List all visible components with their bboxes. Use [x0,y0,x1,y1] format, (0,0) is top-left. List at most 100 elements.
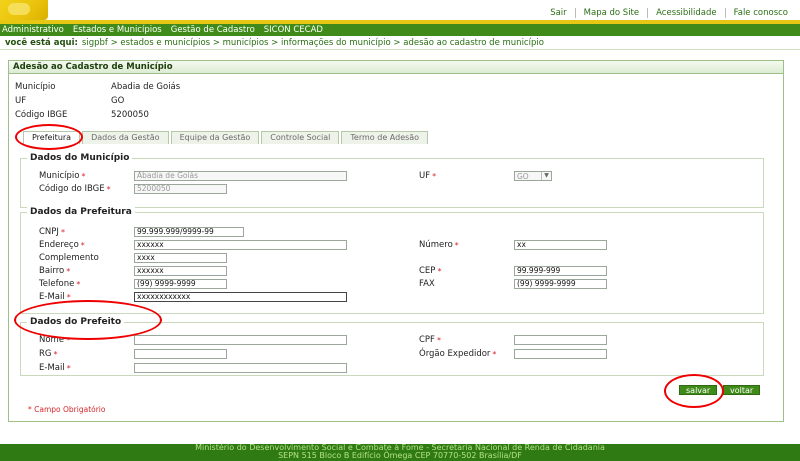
field-rg-label: RG * [39,348,58,360]
main-nav: Administrativo Estados e Municípios Gest… [0,24,800,36]
uf-select-value: GO [517,171,529,181]
field-cep-label: CEP * [419,265,441,277]
email-field[interactable]: xxxxxxxxxxxx [134,292,347,302]
numero-field[interactable]: xx [514,240,607,250]
cnpj-field[interactable]: 99.999.999/9999-99 [134,227,244,237]
field-label: CNPJ [39,227,59,237]
info-row: UF GO [15,94,180,108]
annotation-circle [15,124,83,150]
required-marker: * [437,266,442,276]
tab-termo-de-adesao[interactable]: Termo de Adesão [341,131,429,144]
field-email-prefeito-label: E-Mail * [39,362,71,374]
required-marker: * [80,240,85,250]
required-marker: * [66,266,71,276]
nome-field[interactable] [134,335,347,345]
fax-field[interactable]: (99) 9999-9999 [514,279,607,289]
logo [0,0,48,20]
field-numero-label: Número * [419,239,459,251]
tab-dados-da-gestao[interactable]: Dados da Gestão [82,131,169,144]
bairro-field[interactable]: xxxxxx [134,266,227,276]
field-label: Município [39,171,80,181]
field-uf-label: UF * [419,170,436,182]
required-marker: * [76,279,81,289]
email-prefeito-field[interactable] [134,363,347,373]
orgao-expedidor-field[interactable] [514,349,607,359]
field-label: CEP [419,266,436,276]
nav-estados-e-municipios[interactable]: Estados e Municípios [73,25,162,35]
nav-gestao-de-cadastro[interactable]: Gestão de Cadastro [171,25,255,35]
breadcrumb: você está aqui: sigpbf > estados e munic… [0,37,800,50]
required-marker: * [436,335,441,345]
field-ibge-label: Código do IBGE * [39,183,111,195]
field-cnpj-label: CNPJ * [39,226,65,238]
info-label: Município [15,82,56,92]
telefone-field[interactable]: (99) 9999-9999 [134,279,227,289]
top-link-mapa-do-site[interactable]: Mapa do Site [576,8,647,18]
complemento-field[interactable]: xxxx [134,253,227,263]
required-marker: * [454,240,459,250]
top-link-sair[interactable]: Sair [542,8,574,18]
field-label: RG [39,349,52,359]
field-endereco-label: Endereço * [39,239,85,251]
municipio-field[interactable]: Abadia de Goiás [134,171,347,181]
required-marker: * [106,184,111,194]
uf-select[interactable]: GO ▼ [514,171,552,181]
breadcrumb-path[interactable]: sigpbf > estados e municípios > municípi… [82,38,544,48]
required-marker: * [60,227,65,237]
field-label: Órgão Expedidor [419,349,491,359]
field-label: UF [419,171,431,181]
info-label: Código IBGE [15,110,68,120]
nav-administrativo[interactable]: Administrativo [2,25,64,35]
field-label: Telefone [39,279,75,289]
field-label: Complemento [39,253,99,263]
required-marker: * [492,349,497,359]
breadcrumb-label: você está aqui: [5,38,78,48]
top-link-fale-conosco[interactable]: Fale conosco [726,8,796,18]
field-label: Endereço [39,240,79,250]
chevron-down-icon: ▼ [541,172,551,180]
field-label: Bairro [39,266,65,276]
required-marker: * [432,171,437,181]
info-row: Código IBGE 5200050 [15,108,180,122]
field-bairro-label: Bairro * [39,265,70,277]
info-value: GO [111,96,125,106]
field-telefone-label: Telefone * [39,278,80,290]
back-button[interactable]: voltar [723,385,761,395]
tab-bar: Prefeitura Dados da Gestão Equipe da Ges… [23,131,429,144]
rg-field[interactable] [134,349,227,359]
section-dados-prefeitura: Dados da Prefeitura CNPJ * 99.999.999/999… [20,207,764,314]
cpf-field[interactable] [514,335,607,345]
endereco-field[interactable]: xxxxxx [134,240,347,250]
field-label: Número [419,240,453,250]
footer: Ministério do Desenvolvimento Social e C… [0,444,800,461]
panel-title: Adesão ao Cadastro de Município [9,61,783,74]
info-row: Município Abadia de Goiás [15,80,180,94]
field-fax-label: FAX [419,278,435,290]
field-orgao-label: Órgão Expedidor * [419,348,496,360]
field-label: FAX [419,279,435,289]
annotation-circle [14,300,162,340]
top-link-acessibilidade[interactable]: Acessibilidade [648,8,725,18]
tab-controle-social[interactable]: Controle Social [261,131,340,144]
field-complemento-label: Complemento [39,252,99,264]
field-label: Código do IBGE [39,184,105,194]
tab-equipe-da-gestao[interactable]: Equipe da Gestão [170,131,260,144]
required-legend: * Campo Obrigatório [28,405,106,414]
info-value: 5200050 [111,110,149,120]
field-label: E-Mail [39,363,65,373]
section-dados-municipio: Dados do Município Município * Abadia de … [20,153,764,208]
nav-sicon-cecad[interactable]: SICON CECAD [264,25,323,35]
section-title: Dados da Prefeitura [27,207,135,217]
top-links: Sair Mapa do Site Acessibilidade Fale co… [542,6,796,19]
info-value: Abadia de Goiás [111,82,181,92]
required-marker: * [81,171,86,181]
required-marker: * [66,363,71,373]
field-cpf-label: CPF * [419,334,441,346]
ibge-field[interactable]: 5200050 [134,184,227,194]
footer-line: SEPN 515 Bloco B Edifício Ômega CEP 7077… [278,451,522,460]
required-marker: * [53,349,58,359]
annotation-circle [664,374,724,408]
cep-field[interactable]: 99.999-999 [514,266,607,276]
field-municipio-label: Município * [39,170,85,182]
field-label: CPF [419,335,435,345]
